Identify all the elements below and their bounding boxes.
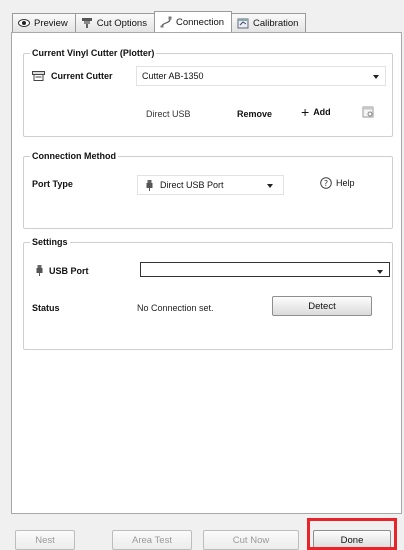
eye-icon [18, 17, 30, 29]
cutter-settings-icon[interactable] [362, 106, 374, 118]
group-title: Current Vinyl Cutter (Plotter) [30, 48, 157, 58]
port-type-label: Port Type [32, 179, 73, 189]
tab-calibration[interactable]: Calibration [231, 13, 307, 32]
remove-button[interactable]: Remove [237, 109, 272, 119]
current-cutter-select[interactable]: Cutter AB-1350 [136, 66, 386, 86]
nest-button[interactable]: Nest [15, 530, 75, 550]
usb-port-select[interactable] [140, 262, 390, 277]
chevron-down-icon [373, 75, 379, 79]
help-icon: ? [320, 177, 332, 189]
add-button[interactable]: + Add [301, 104, 331, 120]
tab-label: Calibration [253, 17, 299, 29]
current-cutter-label: Current Cutter [32, 69, 113, 83]
tab-label: Preview [34, 17, 68, 29]
cutter-icon [81, 17, 93, 29]
usb-plug-icon [146, 179, 153, 191]
svg-text:?: ? [324, 179, 328, 188]
detect-button[interactable]: Detect [272, 296, 372, 316]
port-type-value: Direct USB Port [160, 180, 224, 190]
tab-label: Cut Options [96, 17, 147, 29]
port-type-select[interactable]: Direct USB Port [137, 175, 284, 195]
connection-cable-icon [160, 16, 172, 28]
tab-preview[interactable]: Preview [12, 13, 76, 32]
cut-now-button[interactable]: Cut Now [203, 530, 299, 550]
current-cutter-group: Current Vinyl Cutter (Plotter) Current C… [23, 48, 393, 137]
group-title: Settings [30, 237, 70, 247]
tab-cut-options[interactable]: Cut Options [74, 13, 155, 32]
chevron-down-icon [267, 184, 273, 188]
usb-port-label: USB Port [36, 265, 89, 276]
done-highlight-box [307, 518, 397, 550]
usb-plug-icon [36, 265, 43, 276]
tab-label: Connection [175, 16, 225, 28]
plus-icon: + [301, 104, 310, 120]
tab-bar: Preview Cut Options Connection Calibrati… [12, 11, 307, 32]
tab-connection[interactable]: Connection [153, 11, 233, 32]
group-title: Connection Method [30, 151, 118, 161]
settings-group: Settings USB Port Status No Connection s… [23, 237, 393, 350]
area-test-button[interactable]: Area Test [112, 530, 192, 550]
chevron-down-icon[interactable] [377, 270, 383, 274]
help-link[interactable]: ? Help [320, 177, 355, 189]
calibration-icon [237, 17, 249, 29]
connection-panel: Current Vinyl Cutter (Plotter) Current C… [11, 32, 402, 514]
status-value: No Connection set. [137, 303, 214, 313]
connection-info: Direct USB [146, 109, 191, 119]
current-cutter-value: Cutter AB-1350 [142, 71, 204, 81]
cutter-device-icon [32, 70, 45, 82]
status-label: Status [32, 303, 60, 313]
connection-method-group: Connection Method Port Type Direct USB P… [23, 151, 393, 229]
